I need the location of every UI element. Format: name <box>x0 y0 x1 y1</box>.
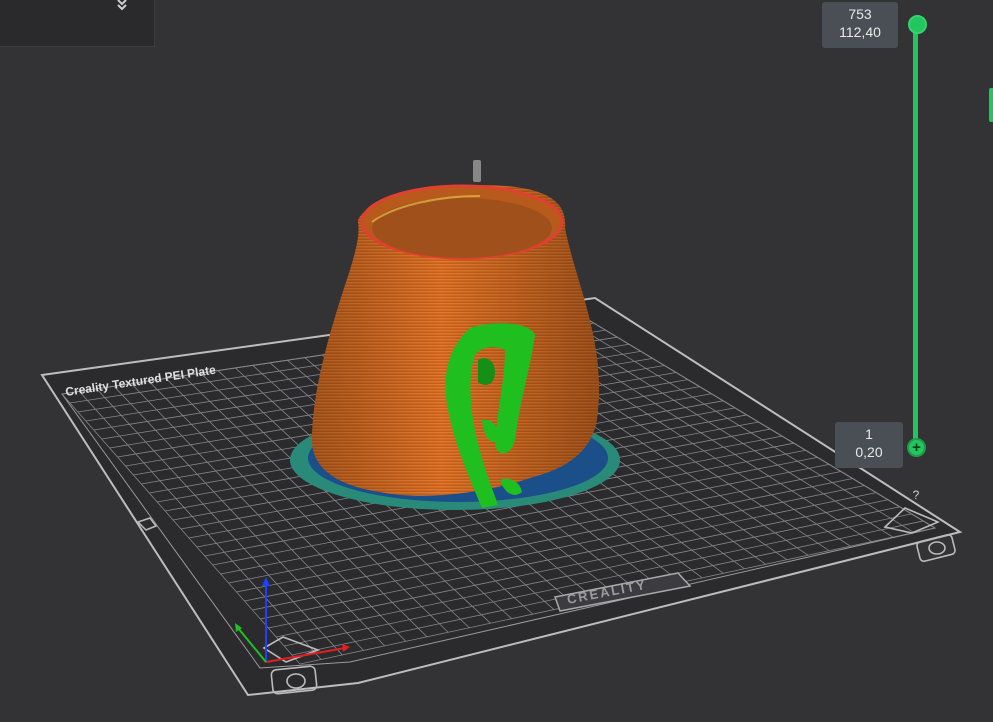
top-layer-handle[interactable] <box>908 15 927 34</box>
bottom-layer-height: 0,20 <box>855 444 883 460</box>
top-layer-readout: 753 112,40 <box>822 2 898 48</box>
bottom-layer-number: 1 <box>865 426 873 442</box>
top-layer-number: 753 <box>848 6 872 22</box>
plus-icon: + <box>912 439 921 456</box>
3d-viewport[interactable]: Creality Textured PEI Plate CREALITY 753… <box>0 0 993 722</box>
bottom-layer-readout: 1 0,20 <box>835 422 903 468</box>
help-icon[interactable]: ? <box>908 487 924 503</box>
double-chevron-down-icon[interactable] <box>113 0 131 16</box>
sliced-model[interactable] <box>312 160 600 496</box>
layer-slider-track[interactable] <box>913 24 918 448</box>
preview-scene[interactable]: Creality Textured PEI Plate CREALITY <box>0 0 993 722</box>
collapsed-side-panel <box>0 0 155 47</box>
bottom-layer-handle[interactable]: + <box>907 438 926 457</box>
top-layer-height: 112,40 <box>839 24 881 40</box>
right-panel-tab[interactable] <box>989 88 993 122</box>
top-nozzle-marker <box>473 160 481 182</box>
